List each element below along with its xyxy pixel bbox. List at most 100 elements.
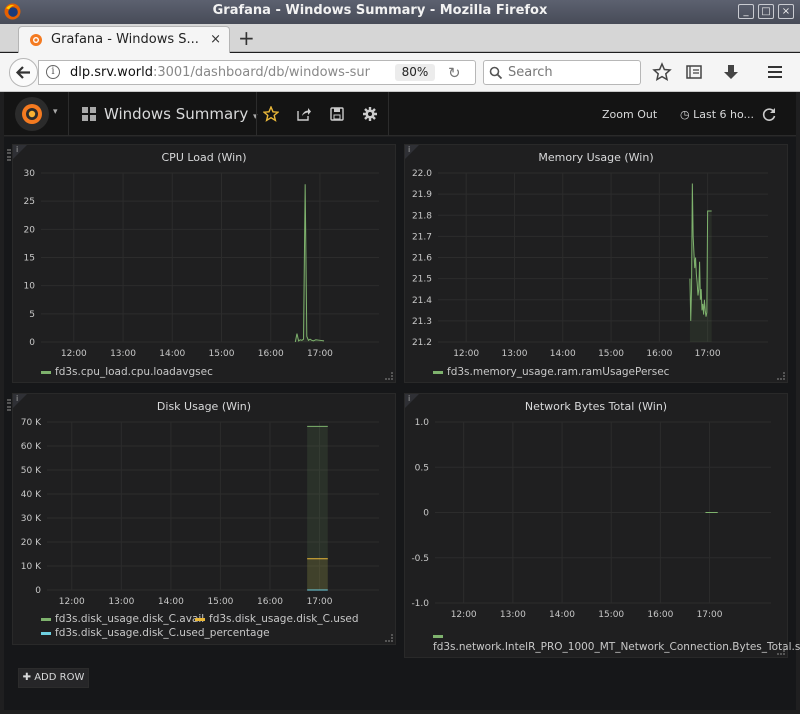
window-title: Grafana - Windows Summary - Mozilla Fire… bbox=[212, 3, 548, 18]
panel-disk-usage[interactable]: i Disk Usage (Win) 70 K 60 K 50 K 40 K 30 K2… bbox=[12, 393, 396, 645]
panel-network-bytes[interactable]: i Network Bytes Total (Win) 1.0 0.5 0 -0.5-… bbox=[404, 393, 800, 658]
legend-item[interactable]: fd3s.disk_usage.disk_C.used_percentage bbox=[41, 627, 270, 639]
panel-memory-usage[interactable]: i Memory Usage (Win) 22.0 21.9 21.8 21.7 21.… bbox=[404, 144, 788, 383]
y-tick-label: 0.5 bbox=[415, 463, 429, 473]
panel-resize-handle[interactable] bbox=[385, 634, 393, 642]
row-drag-handle-icon[interactable] bbox=[7, 399, 11, 411]
minimize-button[interactable]: _ bbox=[738, 4, 754, 19]
x-tick-label: 16:00 bbox=[646, 349, 672, 359]
legend-label[interactable]: fd3s.network.IntelR_PRO_1000_MT_Network_… bbox=[433, 641, 800, 653]
y-tick-label: 21.8 bbox=[412, 211, 432, 221]
x-tick-label: 14:00 bbox=[550, 349, 576, 359]
nav-separator bbox=[256, 92, 257, 136]
y-tick-label: 5 bbox=[29, 310, 35, 320]
dashboard-canvas: i CPU Load (Win) 30 25 20 15 10 5 0 12:00 13:00 1… bbox=[4, 137, 800, 710]
y-tick-label: 20 K bbox=[21, 538, 42, 548]
y-tick-label: 21.2 bbox=[412, 338, 432, 348]
share-icon[interactable] bbox=[296, 106, 312, 122]
dashboard-grid-icon bbox=[82, 107, 96, 121]
x-tick-label: 14:00 bbox=[158, 597, 184, 607]
y-tick-label: 21.6 bbox=[412, 254, 432, 264]
y-tick-label: 0 bbox=[29, 338, 35, 348]
hamburger-menu-icon[interactable] bbox=[765, 62, 785, 82]
series-area bbox=[307, 558, 328, 590]
dashboard-title[interactable]: Windows Summary ▾ bbox=[104, 105, 258, 123]
logo-caret-icon[interactable]: ▾ bbox=[53, 107, 58, 117]
x-tick-label: 17:00 bbox=[695, 349, 721, 359]
y-tick-label: 15 bbox=[24, 254, 35, 264]
download-icon[interactable] bbox=[721, 62, 741, 82]
navigation-bar: i dlp.srv.world:3001/dashboard/db/window… bbox=[0, 53, 800, 92]
back-button[interactable] bbox=[9, 58, 38, 87]
star-icon[interactable] bbox=[263, 106, 279, 122]
grafana-logo-icon[interactable] bbox=[15, 97, 49, 131]
tab-title: Grafana - Windows S... bbox=[51, 32, 199, 47]
url-text[interactable]: dlp.srv.world:3001/dashboard/db/windows-… bbox=[70, 65, 370, 80]
reading-list-icon[interactable] bbox=[684, 62, 704, 82]
x-tick-label: 16:00 bbox=[647, 610, 673, 620]
x-tick-label: 16:00 bbox=[257, 597, 283, 607]
legend-swatch bbox=[41, 370, 51, 374]
clock-icon: ◷ bbox=[680, 108, 690, 121]
zoom-level-badge[interactable]: 80% bbox=[395, 64, 435, 81]
tab-grafana[interactable]: Grafana - Windows S... × bbox=[18, 26, 230, 53]
save-icon[interactable] bbox=[329, 106, 345, 122]
y-tick-label: 20 bbox=[24, 225, 36, 235]
y-tick-label: 0 bbox=[35, 586, 41, 596]
x-tick-label: 12:00 bbox=[453, 349, 479, 359]
panel-cpu-load[interactable]: i CPU Load (Win) 30 25 20 15 10 5 0 12:00 13:00 1… bbox=[12, 144, 396, 383]
legend-label: fd3s.disk_usage.disk_C.avail bbox=[55, 613, 205, 625]
add-row-button[interactable]: ✚ ADD ROW bbox=[18, 668, 89, 688]
time-range-text: Last 6 ho... bbox=[693, 108, 755, 121]
legend-label: fd3s.disk_usage.disk_C.used bbox=[209, 613, 359, 625]
panel-resize-handle[interactable] bbox=[385, 372, 393, 380]
legend-swatch bbox=[41, 617, 51, 621]
grafana-logo-graphic bbox=[22, 104, 42, 124]
legend-swatch bbox=[433, 370, 443, 374]
y-tick-label: 30 K bbox=[21, 514, 42, 524]
legend-item[interactable]: fd3s.disk_usage.disk_C.used bbox=[195, 613, 359, 625]
x-tick-label: 12:00 bbox=[61, 349, 87, 359]
row-drag-handle-icon[interactable] bbox=[7, 149, 11, 161]
search-placeholder: Search bbox=[508, 65, 553, 80]
x-tick-label: 13:00 bbox=[501, 349, 527, 359]
new-tab-button[interactable]: + bbox=[238, 26, 255, 50]
dashboard-title-text: Windows Summary bbox=[104, 105, 249, 123]
y-tick-label: 21.3 bbox=[412, 317, 432, 327]
y-tick-label: 21.7 bbox=[412, 232, 432, 242]
grafana-favicon-icon bbox=[30, 34, 42, 46]
refresh-icon[interactable] bbox=[761, 106, 777, 122]
search-icon bbox=[489, 66, 503, 80]
x-tick-label: 12:00 bbox=[451, 610, 477, 620]
panel-resize-handle[interactable] bbox=[777, 647, 785, 655]
y-tick-label: -1.0 bbox=[411, 599, 429, 609]
window-titlebar: Grafana - Windows Summary - Mozilla Fire… bbox=[0, 0, 800, 24]
time-range-picker[interactable]: ◷ Last 6 ho... bbox=[680, 108, 754, 121]
tab-close-icon[interactable]: × bbox=[210, 32, 221, 47]
bookmark-star-icon[interactable] bbox=[652, 62, 672, 82]
x-tick-label: 17:00 bbox=[697, 610, 723, 620]
x-tick-label: 13:00 bbox=[110, 349, 136, 359]
x-tick-label: 15:00 bbox=[598, 610, 624, 620]
maximize-button[interactable]: □ bbox=[758, 4, 774, 19]
panel-resize-handle[interactable] bbox=[777, 372, 785, 380]
legend-item[interactable]: fd3s.disk_usage.disk_C.avail bbox=[41, 613, 204, 625]
disk-usage-chart: 70 K 60 K 50 K 40 K 30 K 20 K 10 K 0 12:00 13:00 1… bbox=[21, 418, 379, 607]
search-input[interactable]: Search bbox=[483, 60, 641, 85]
reload-icon[interactable]: ↻ bbox=[448, 64, 461, 82]
legend-label: fd3s.disk_usage.disk_C.used_percentage bbox=[55, 627, 270, 639]
memory-usage-chart: 22.0 21.9 21.8 21.7 21.6 21.5 21.4 21.3 21.2 12:0… bbox=[412, 169, 768, 359]
x-tick-label: 15:00 bbox=[209, 349, 235, 359]
close-window-button[interactable]: × bbox=[778, 4, 794, 19]
y-tick-label: 40 K bbox=[21, 490, 42, 500]
legend-item[interactable]: fd3s.memory_usage.ram.ramUsagePersec bbox=[433, 366, 669, 378]
legend-item[interactable]: fd3s.cpu_load.cpu.loadavgsec bbox=[41, 366, 213, 378]
y-tick-label: 0 bbox=[423, 509, 429, 519]
url-bar[interactable]: i dlp.srv.world:3001/dashboard/db/window… bbox=[38, 60, 476, 85]
zoom-out-button[interactable]: Zoom Out bbox=[602, 108, 657, 121]
y-tick-label: 22.0 bbox=[412, 169, 432, 179]
settings-gear-icon[interactable] bbox=[362, 106, 378, 122]
site-info-icon[interactable]: i bbox=[46, 65, 60, 79]
x-tick-label: 14:00 bbox=[549, 610, 575, 620]
y-tick-label: 60 K bbox=[21, 442, 42, 452]
